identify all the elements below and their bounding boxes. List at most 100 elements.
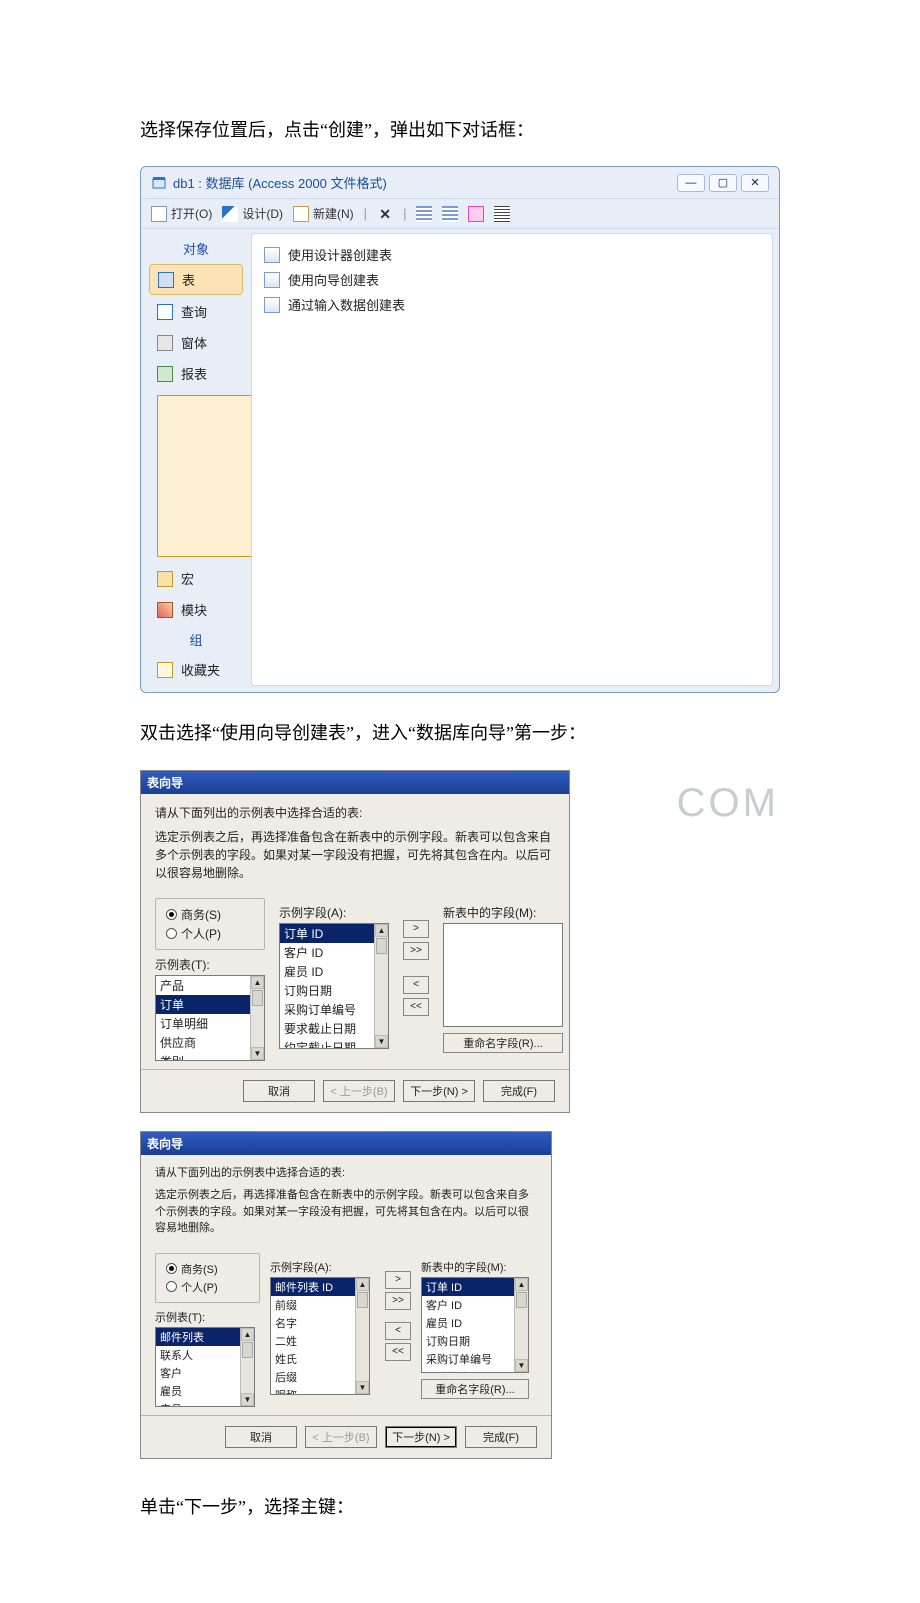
list-item[interactable]: 订单 ID	[280, 924, 388, 943]
view-details-button[interactable]	[494, 206, 510, 222]
scroll-up-icon[interactable]: ▲	[515, 1278, 528, 1291]
scrollbar[interactable]: ▲▼	[355, 1278, 369, 1394]
nav-item-macro[interactable]: 宏	[149, 564, 243, 593]
module-icon	[157, 602, 173, 618]
move-all-right-button[interactable]: >>	[385, 1292, 411, 1310]
back-button: < 上一步(B)	[305, 1426, 377, 1448]
radio-personal[interactable]: 个人(P)	[166, 924, 254, 943]
scroll-up-icon[interactable]: ▲	[241, 1328, 254, 1341]
nav-item-module[interactable]: 模块	[149, 595, 243, 624]
scroll-thumb[interactable]	[357, 1292, 368, 1308]
list-item[interactable]: 订单明细	[156, 1014, 264, 1033]
move-left-button[interactable]: <	[403, 976, 429, 994]
nav-item-report[interactable]: 报表	[149, 359, 243, 388]
sample-tables-listbox[interactable]: 产品 订单 订单明细 供应商 类别 付款额 ▲▼	[155, 975, 265, 1061]
view-large-button[interactable]	[468, 206, 484, 222]
list-item[interactable]: 客户 ID	[280, 943, 388, 962]
rename-field-button[interactable]: 重命名字段(R)...	[421, 1379, 529, 1399]
list-item[interactable]: 产品	[156, 976, 264, 995]
window-titlebar: db1 : 数据库 (Access 2000 文件格式) — ▢ ✕	[141, 167, 779, 198]
move-right-button[interactable]: >	[403, 920, 429, 938]
close-button[interactable]: ✕	[741, 174, 769, 192]
scroll-down-icon[interactable]: ▼	[515, 1359, 528, 1372]
list-item[interactable]: 订购日期	[280, 981, 388, 1000]
move-left-button[interactable]: <	[385, 1322, 411, 1340]
radio-off-icon	[166, 928, 177, 939]
design-button[interactable]: 设计(D)	[222, 205, 283, 222]
new-button[interactable]: 新建(N)	[293, 205, 354, 222]
list-item[interactable]: 订单 ID	[422, 1278, 528, 1296]
back-button: < 上一步(B)	[323, 1080, 395, 1102]
new-fields-label: 新表中的字段(M):	[421, 1259, 536, 1275]
scroll-down-icon[interactable]: ▼	[375, 1035, 388, 1048]
nav-item-form[interactable]: 窗体	[149, 328, 243, 357]
view-list-button[interactable]	[442, 206, 458, 222]
content-item-designer[interactable]: 使用设计器创建表	[260, 242, 764, 267]
move-all-left-button[interactable]: <<	[403, 998, 429, 1016]
scroll-thumb[interactable]	[376, 938, 387, 954]
scroll-thumb[interactable]	[516, 1292, 527, 1308]
scrollbar[interactable]: ▲▼	[250, 976, 264, 1060]
sample-fields-listbox[interactable]: 邮件列表 ID 前缀 名字 二姓 姓氏 后缀 昵称 头衔 机构名称 ▲▼	[270, 1277, 370, 1395]
list-item[interactable]: 约定截止日期	[280, 1038, 388, 1049]
list-item[interactable]: 雇员 ID	[422, 1314, 528, 1332]
finish-button[interactable]: 完成(F)	[465, 1426, 537, 1448]
table-wizard-step1: COM 表向导 请从下面列出的示例表中选择合适的表: 选定示例表之后，再选择准备…	[140, 770, 570, 1113]
content-item-wizard[interactable]: 使用向导创建表	[260, 267, 764, 292]
favorites-icon	[157, 662, 173, 678]
radio-business[interactable]: 商务(S)	[166, 1260, 249, 1278]
list-item[interactable]: 订购日期	[422, 1332, 528, 1350]
scroll-up-icon[interactable]: ▲	[375, 924, 388, 937]
move-right-button[interactable]: >	[385, 1271, 411, 1289]
radio-personal[interactable]: 个人(P)	[166, 1278, 249, 1296]
next-button[interactable]: 下一步(N) >	[385, 1426, 457, 1448]
view-smallicons-button[interactable]	[416, 206, 432, 222]
finish-button[interactable]: 完成(F)	[483, 1080, 555, 1102]
scrollbar[interactable]: ▲▼	[514, 1278, 528, 1372]
sample-fields-listbox[interactable]: 订单 ID 客户 ID 雇员 ID 订购日期 采购订单编号 要求截止日期 约定截…	[279, 923, 389, 1049]
cancel-button[interactable]: 取消	[225, 1426, 297, 1448]
maximize-button[interactable]: ▢	[709, 174, 737, 192]
new-fields-listbox[interactable]	[443, 923, 563, 1027]
content-item-datainput[interactable]: 通过输入数据创建表	[260, 292, 764, 317]
cancel-button[interactable]: 取消	[243, 1080, 315, 1102]
list-item[interactable]: 采购订单编号	[422, 1350, 528, 1368]
report-icon	[157, 366, 173, 382]
sample-tables-listbox[interactable]: 邮件列表 联系人 客户 雇员 产品 订单 ▲▼	[155, 1327, 255, 1407]
scrollbar[interactable]: ▲▼	[374, 924, 388, 1048]
move-all-left-button[interactable]: <<	[385, 1343, 411, 1361]
scroll-up-icon[interactable]: ▲	[251, 976, 264, 989]
nav-item-table[interactable]: 表	[149, 264, 243, 295]
nav-item-page[interactable]: 页	[149, 390, 243, 562]
list-item[interactable]: 类别	[156, 1052, 264, 1061]
delete-button[interactable]: ✕	[377, 206, 393, 222]
delete-icon: ✕	[377, 206, 393, 222]
list-item[interactable]: 雇员 ID	[280, 962, 388, 981]
radio-business[interactable]: 商务(S)	[166, 905, 254, 924]
list-item[interactable]: 订单	[156, 995, 264, 1014]
rename-field-button[interactable]: 重命名字段(R)...	[443, 1033, 563, 1053]
scroll-up-icon[interactable]: ▲	[356, 1278, 369, 1291]
scroll-thumb[interactable]	[242, 1342, 253, 1358]
open-button[interactable]: 打开(O)	[151, 205, 212, 222]
list-item[interactable]: 要求截止日期	[422, 1368, 528, 1373]
nav-item-favorites[interactable]: 收藏夹	[149, 655, 243, 684]
list-item[interactable]: 客户 ID	[422, 1296, 528, 1314]
scroll-down-icon[interactable]: ▼	[241, 1393, 254, 1406]
scrollbar[interactable]: ▲▼	[240, 1328, 254, 1406]
scroll-down-icon[interactable]: ▼	[251, 1047, 264, 1060]
window-toolbar: 打开(O) 设计(D) 新建(N) | ✕ |	[141, 198, 779, 229]
toolbar-separator: |	[364, 206, 367, 221]
minimize-button[interactable]: —	[677, 174, 705, 192]
list-item[interactable]: 采购订单编号	[280, 1000, 388, 1019]
list-item[interactable]: 要求截止日期	[280, 1019, 388, 1038]
list-item[interactable]: 供应商	[156, 1033, 264, 1052]
wizard-intro-1: 请从下面列出的示例表中选择合适的表:	[155, 1165, 537, 1182]
scroll-down-icon[interactable]: ▼	[356, 1381, 369, 1394]
category-group: 商务(S) 个人(P)	[155, 1253, 260, 1303]
move-all-right-button[interactable]: >>	[403, 942, 429, 960]
new-fields-listbox[interactable]: 订单 ID 客户 ID 雇员 ID 订购日期 采购订单编号 要求截止日期 约定截…	[421, 1277, 529, 1373]
nav-item-query[interactable]: 查询	[149, 297, 243, 326]
next-button[interactable]: 下一步(N) >	[403, 1080, 475, 1102]
scroll-thumb[interactable]	[252, 990, 263, 1006]
